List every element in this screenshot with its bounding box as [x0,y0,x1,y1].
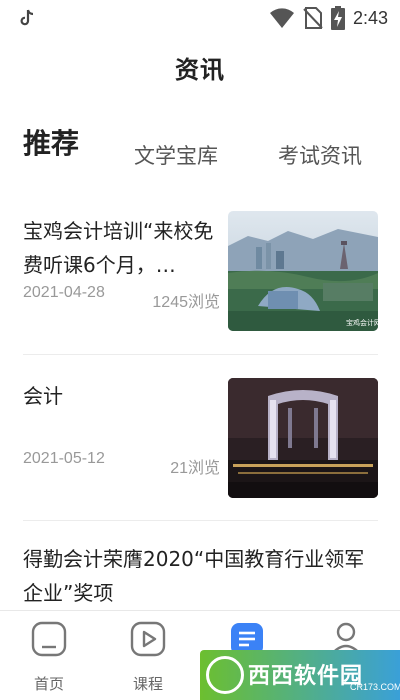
tab-recommended[interactable]: 推荐 [23,122,79,162]
article-title[interactable]: 会计 [23,379,223,413]
nav-home[interactable]: 首页 [9,611,89,700]
city-landscape-image: 宝鸡会计网 [228,211,378,331]
status-time: 2:43 [352,7,388,28]
home-icon [31,621,67,657]
nav-label: 首页 [33,675,64,693]
article-views: 1245浏览 [152,294,220,311]
watermark-sub: CR173.COM [350,682,400,692]
watermark-text: 西西软件园 [248,664,364,689]
status-bar: 2:43 [0,0,400,36]
battery-charging-icon [330,6,345,30]
divider [23,354,378,355]
tab-exam-news[interactable]: 考试资讯 [278,140,362,170]
article-views: 21浏览 [170,460,220,477]
nav-label: 课程 [132,675,163,693]
tab-literature[interactable]: 文学宝库 [134,140,218,170]
article-title[interactable]: 得勤会计荣膺2020“中国教育行业领军企业”奖项 [23,542,383,610]
article-thumbnail[interactable]: 宝鸡会计网 [228,211,378,331]
article-date: 2021-04-28 [23,284,105,301]
no-sim-icon [303,7,323,29]
article-item[interactable]: 宝鸡会计培训“来校免费听课6个月，… 2021-04-28 1245浏览 宝鸡会… [0,210,400,350]
watermark-logo: 西西软件园 CR173.COM [200,650,400,700]
article-date: 2021-05-12 [23,450,105,467]
watermark-circle-icon [206,656,244,694]
article-item[interactable]: 会计 2021-05-12 21浏览 [0,376,400,516]
wifi-icon [269,8,294,28]
nav-courses[interactable]: 课程 [108,611,188,700]
category-tabs: 推荐 文学宝库 考试资讯 [0,126,400,176]
play-icon [130,621,166,657]
article-thumbnail[interactable] [228,378,378,498]
page-title: 资讯 [175,56,225,84]
article-item[interactable]: 得勤会计荣膺2020“中国教育行业领军企业”奖项 [0,542,400,612]
night-gate-building-image [228,378,378,498]
article-title[interactable]: 宝鸡会计培训“来校免费听课6个月，… [23,214,223,282]
tiktok-icon [20,9,34,26]
thumbnail-badge: 宝鸡会计网 [346,318,378,327]
divider [23,520,378,521]
